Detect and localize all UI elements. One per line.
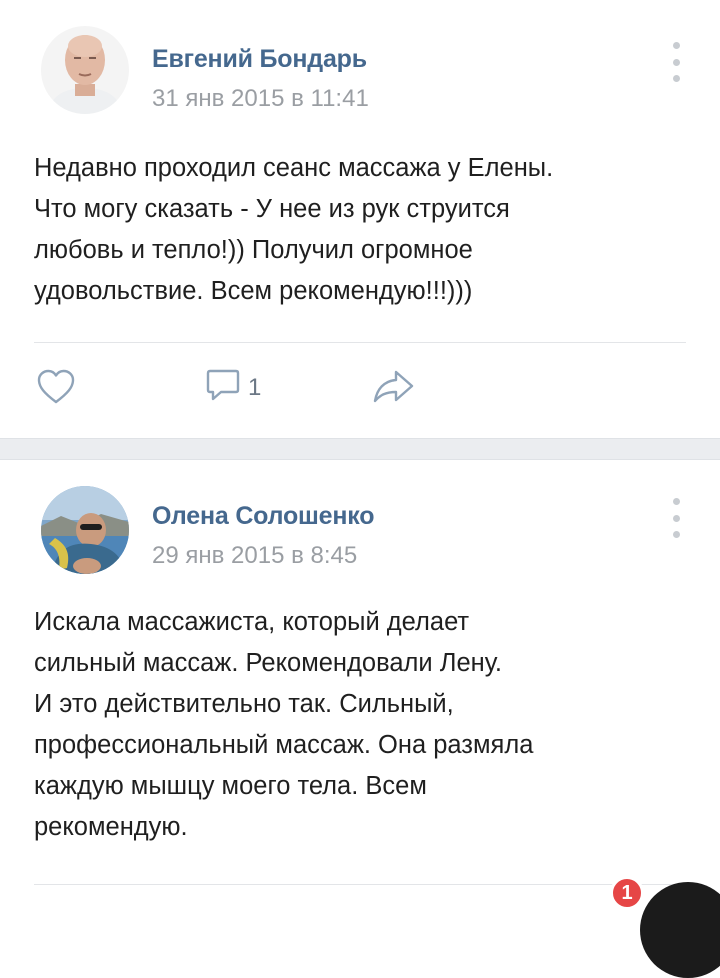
like-button[interactable] <box>36 368 76 406</box>
post-text-line: удовольствие. Всем рекомендую!!!))) <box>34 277 473 305</box>
post-date[interactable]: 31 янв 2015 в 11:41 <box>152 85 369 113</box>
post-text-line: любовь и тепло!)) Получил огромное <box>34 236 473 264</box>
comment-button[interactable]: 1 <box>206 368 261 404</box>
post-text-line: И это действительно так. Сильный, <box>34 690 454 718</box>
divider <box>34 884 686 885</box>
post-text: Искала массажиста, который делает сильны… <box>34 602 684 848</box>
author-name[interactable]: Олена Солошенко <box>152 502 375 531</box>
chat-head-avatar[interactable] <box>640 882 720 978</box>
post-card: Евгений Бондарь 31 янв 2015 в 11:41 Неда… <box>0 0 720 438</box>
more-vertical-icon[interactable] <box>668 498 684 538</box>
comment-count: 1 <box>248 374 262 401</box>
author-name[interactable]: Евгений Бондарь <box>152 45 367 74</box>
post-date[interactable]: 29 янв 2015 в 8:45 <box>152 542 357 570</box>
share-arrow-icon <box>373 370 414 403</box>
post-card: Олена Солошенко 29 янв 2015 в 8:45 Искал… <box>0 460 720 900</box>
post-text-line: рекомендую. <box>34 813 188 841</box>
notification-badge[interactable]: 1 <box>610 876 644 910</box>
comment-icon <box>206 369 240 401</box>
more-vertical-icon[interactable] <box>668 42 684 82</box>
post-actions: 1 <box>36 368 456 418</box>
divider <box>34 342 686 343</box>
author-avatar[interactable] <box>41 26 129 114</box>
post-text-line: каждую мышцу моего тела. Всем <box>34 772 427 800</box>
heart-icon <box>37 369 75 404</box>
post-text-line: профессиональный массаж. Она размяла <box>34 731 534 759</box>
post-text-line: Недавно проходил сеанс массажа у Елены. <box>34 154 554 182</box>
share-button[interactable] <box>372 368 416 404</box>
author-avatar[interactable] <box>41 486 129 574</box>
post-text: Недавно проходил сеанс массажа у Елены. … <box>34 148 684 312</box>
post-text-line: сильный массаж. Рекомендовали Лену. <box>34 649 503 677</box>
post-text-line: Что могу сказать - У нее из рук струится <box>34 195 510 223</box>
post-text-line: Искала массажиста, который делает <box>34 608 470 636</box>
post-separator <box>0 438 720 460</box>
